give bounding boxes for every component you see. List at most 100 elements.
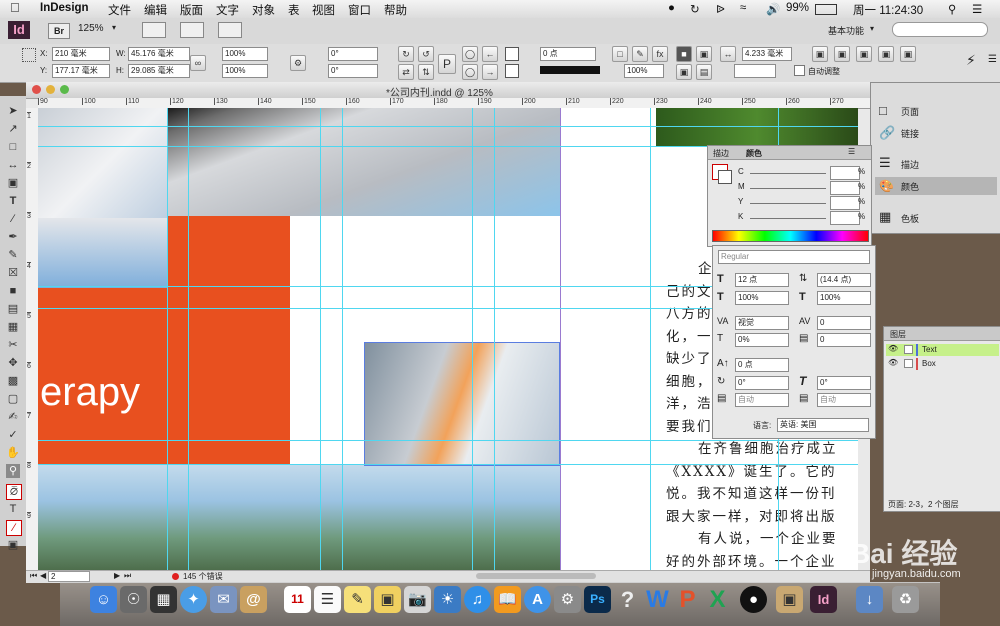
zoom-tool-icon[interactable]: ⚲ [6, 464, 20, 478]
guide-line[interactable] [650, 108, 651, 570]
auto-fit-checkbox[interactable] [794, 65, 805, 76]
select-content-icon[interactable]: ◯ [462, 64, 478, 80]
menu-type[interactable]: 文字 [216, 2, 239, 18]
color-spectrum-ramp[interactable] [712, 230, 869, 242]
fill-frame-icon[interactable]: ▣ [878, 46, 894, 62]
screen-mode-button[interactable] [180, 22, 204, 38]
green-landscape-photo[interactable] [656, 108, 858, 146]
eye-icon[interactable]: 👁 [888, 358, 898, 367]
black-field[interactable] [830, 211, 860, 225]
fit-content-icon[interactable]: ▣ [812, 46, 828, 62]
pen-tool-icon[interactable]: ✒ [6, 230, 20, 244]
text-wrap-bbox-icon[interactable]: ▣ [696, 46, 712, 62]
content-collector-icon[interactable]: ▣ [6, 176, 20, 190]
ibooks-icon[interactable]: 📖 [494, 586, 521, 613]
auto-right-field[interactable]: 自动 [817, 393, 871, 407]
guide-line[interactable] [320, 108, 321, 570]
h-field[interactable]: 29.085 毫米 [128, 64, 190, 78]
layer-row-text[interactable]: 👁 Text [886, 344, 999, 356]
panel-swatches[interactable]: 色板 [901, 212, 919, 225]
panel-pages[interactable]: 页面 [901, 105, 919, 118]
lightning-icon[interactable]: ⚡ [966, 52, 976, 69]
itunes-icon[interactable]: ♫ [464, 586, 491, 613]
menu-file[interactable]: 文件 [108, 2, 131, 18]
sync-icon[interactable]: ↻ [690, 2, 700, 16]
menu-window[interactable]: 窗口 [348, 2, 371, 18]
font-size-field[interactable]: 12 点 [735, 273, 789, 287]
suit-fabric-photo[interactable] [168, 108, 561, 216]
direct-selection-tool-icon[interactable]: ↗ [6, 122, 20, 136]
menu-layout[interactable]: 版面 [180, 2, 203, 18]
chevron-down-icon[interactable]: ▾ [112, 23, 116, 32]
scale-y-field[interactable]: 100% [222, 64, 268, 78]
kerning-field[interactable]: 视觉 [735, 316, 789, 330]
select-container-icon[interactable]: ◯ [462, 46, 478, 62]
menu-help[interactable]: 帮助 [384, 2, 407, 18]
spotlight-search-icon[interactable]: ⚲ [948, 2, 956, 16]
arrange-documents-button[interactable] [218, 22, 242, 38]
baseline-shift-field[interactable]: 0 点 [735, 358, 789, 372]
eye-icon[interactable]: 👁 [888, 344, 898, 353]
city-skyline-photo[interactable] [38, 464, 561, 570]
rotate-ccw-icon[interactable]: ↺ [418, 46, 434, 62]
select-next-icon[interactable]: → [482, 64, 498, 80]
horizontal-grid-tool-icon[interactable]: ▤ [6, 302, 20, 316]
fit-proportionally-icon[interactable]: ▣ [900, 46, 916, 62]
stroke-swatch-icon[interactable] [505, 64, 519, 78]
mail-icon[interactable]: ✉ [210, 586, 237, 613]
layers-tab[interactable]: 图层 [890, 329, 906, 340]
note-tool-icon[interactable]: ✍ [6, 410, 20, 424]
yellow-field[interactable] [830, 196, 860, 210]
gradient-swatch-tool-icon[interactable]: ▩ [6, 374, 20, 388]
panel-stroke[interactable]: 描边 [901, 158, 919, 171]
preview-icon[interactable]: 📷 [404, 586, 431, 613]
guide-line[interactable] [38, 440, 858, 441]
drop-shadow-icon[interactable]: □ [612, 46, 628, 62]
free-transform-tool-icon[interactable]: ✥ [6, 356, 20, 370]
archive-icon[interactable]: ▣ [776, 586, 803, 613]
rectangle-tool-icon[interactable]: ■ [6, 284, 20, 298]
next-page-icon[interactable]: ▶ [114, 571, 120, 580]
hand-tool-icon[interactable]: ✋ [6, 446, 20, 460]
effects-icon[interactable]: ✎ [632, 46, 648, 62]
shear-field[interactable]: 0° [328, 64, 378, 78]
text-wrap-none-icon[interactable]: ■ [676, 46, 692, 62]
constrain-proportions-icon[interactable]: ∞ [190, 55, 206, 71]
w-field[interactable]: 45.176 毫米 [128, 47, 190, 61]
language-select[interactable]: 英语: 美国 [777, 418, 869, 432]
links-icon[interactable]: 🔗 [879, 125, 895, 141]
eyedropper-tool-icon[interactable]: ✓ [6, 428, 20, 442]
guide-line[interactable] [188, 108, 189, 570]
tracking-field[interactable]: 0 [817, 316, 871, 330]
view-options-button[interactable] [142, 22, 166, 38]
auto-left-field[interactable]: 自动 [735, 393, 789, 407]
pages-icon[interactable]: □ [879, 103, 887, 118]
screen-mode-icon[interactable]: ▣ [6, 538, 20, 552]
page-number-field[interactable]: 2 [48, 571, 90, 582]
menu-object[interactable]: 对象 [252, 2, 275, 18]
stickies-icon[interactable]: ▣ [374, 586, 401, 613]
skew-field[interactable]: 0° [817, 376, 871, 390]
gap-field[interactable]: 4.233 毫米 [742, 47, 792, 61]
panel-links[interactable]: 链接 [901, 127, 919, 140]
vertical-scale-field[interactable]: 100% [735, 291, 789, 305]
tab-color[interactable]: 颜色 [746, 148, 762, 159]
clock[interactable]: 周一 11:24:30 [853, 2, 923, 18]
selection-frame[interactable] [364, 342, 560, 466]
scissors-tool-icon[interactable]: ✂ [6, 338, 20, 352]
link-scale-icon[interactable]: ⚙ [290, 55, 306, 71]
close-window-button[interactable] [32, 85, 41, 94]
indesign-dock-icon[interactable]: Id [810, 586, 837, 613]
center-content-icon[interactable]: ▣ [856, 46, 872, 62]
search-input[interactable] [892, 22, 988, 37]
reference-point-icon[interactable] [22, 48, 36, 62]
safari-icon[interactable]: ✦ [180, 586, 207, 613]
system-preferences-icon[interactable]: ⚙ [554, 586, 581, 613]
guide-line[interactable] [38, 464, 858, 465]
iphoto-icon[interactable]: ☀ [434, 586, 461, 613]
layer-row-box[interactable]: 👁 Box [886, 358, 999, 370]
rotate-cw-icon[interactable]: ↻ [398, 46, 414, 62]
horizontal-scale-field[interactable]: 100% [817, 291, 871, 305]
preflight-errors[interactable]: 145 个错误 [183, 571, 223, 582]
notes-icon[interactable]: ✎ [344, 586, 371, 613]
